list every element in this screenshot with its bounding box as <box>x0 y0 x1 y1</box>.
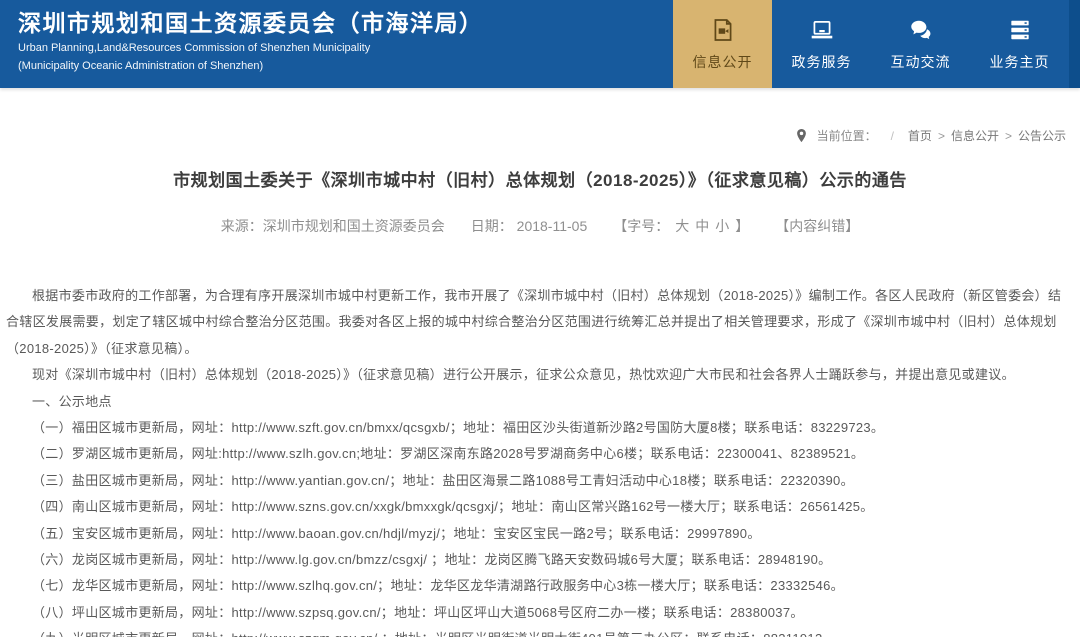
breadcrumb-slash: / <box>891 129 894 143</box>
paragraph-intro: 根据市委市政府的工作部署，为合理有序开展深圳市城中村更新工作，我市开展了《深圳市… <box>6 283 1074 362</box>
site-subtitle-en-2: (Municipality Oceanic Administration of … <box>18 59 484 74</box>
meta-source: 来源：深圳市规划和国土资源委员会 <box>221 216 445 236</box>
location-item-nanshan: （四）南山区城市更新局，网址：http://www.szns.gov.cn/xx… <box>6 494 1074 520</box>
location-item-pingshan: （八）坪山区城市更新局，网址：http://www.szpsq.gov.cn/；… <box>6 600 1074 626</box>
laptop-icon <box>807 17 837 43</box>
site-brand[interactable]: 深圳市规划和国土资源委员会（市海洋局） Urban Planning,Land&… <box>18 8 484 74</box>
site-title: 深圳市规划和国土资源委员会（市海洋局） <box>18 8 484 38</box>
doc-video-icon <box>708 17 738 43</box>
nav-tab-label: 互动交流 <box>891 52 951 72</box>
location-item-futian: （一）福田区城市更新局，网址：http://www.szft.gov.cn/bm… <box>6 415 1074 441</box>
site-subtitle-en-1: Urban Planning,Land&Resources Commission… <box>18 41 484 56</box>
nav-tab-label: 信息公开 <box>693 52 753 72</box>
nav-tab-interactive-exchange[interactable]: 互动交流 <box>871 0 970 88</box>
breadcrumb: 当前位置： / 首页 > 信息公开 > 公告公示 <box>796 127 1066 144</box>
nav-tab-information-disclosure[interactable]: 信息公开 <box>673 0 772 88</box>
server-stack-icon <box>1005 17 1035 43</box>
section-heading-locations: 一、公示地点 <box>6 389 1074 415</box>
paragraph-invitation: 现对《深圳市城中村（旧村）总体规划（2018-2025）》（征求意见稿）进行公开… <box>6 362 1074 388</box>
font-size-medium-button[interactable]: 中 <box>695 216 709 236</box>
content-correction-button[interactable]: 【内容纠错】 <box>775 216 859 236</box>
font-size-suffix: 】 <box>735 216 749 236</box>
font-size-control: 【字号： 大 中 小 】 <box>613 216 749 236</box>
location-item-luohu: （二）罗湖区城市更新局，网址:http://www.szlh.gov.cn;地址… <box>6 441 1074 467</box>
breadcrumb-home[interactable]: 首页 <box>908 127 932 144</box>
nav-tab-business-homepage[interactable]: 业务主页 <box>970 0 1069 88</box>
location-item-yantian: （三）盐田区城市更新局，网址：http://www.yantian.gov.cn… <box>6 468 1074 494</box>
location-item-guangming: （九）光明区城市更新局，网址：http://www.szgm.gov.cn/ ；… <box>6 626 1074 637</box>
font-size-prefix: 【字号： <box>613 216 669 236</box>
nav-tab-government-services[interactable]: 政务服务 <box>772 0 871 88</box>
header-edge-strip <box>1069 0 1080 88</box>
page-title: 市规划国土委关于《深圳市城中村（旧村）总体规划（2018-2025）》（征求意见… <box>0 166 1080 191</box>
font-size-small-button[interactable]: 小 <box>715 216 729 236</box>
font-size-large-button[interactable]: 大 <box>675 216 689 236</box>
breadcrumb-announcements[interactable]: 公告公示 <box>1018 127 1066 144</box>
article-body: 根据市委市政府的工作部署，为合理有序开展深圳市城中村更新工作，我市开展了《深圳市… <box>6 283 1074 637</box>
nav-tab-label: 业务主页 <box>990 52 1050 72</box>
site-header: 深圳市规划和国土资源委员会（市海洋局） Urban Planning,Land&… <box>0 0 1080 88</box>
main-nav: 信息公开 政务服务 互 <box>673 0 1069 88</box>
meta-date: 日期： 2018-11-05 <box>471 216 587 236</box>
location-item-baoan: （五）宝安区城市更新局，网址：http://www.baoan.gov.cn/h… <box>6 521 1074 547</box>
nav-tab-label: 政务服务 <box>792 52 852 72</box>
location-item-longgang: （六）龙岗区城市更新局，网址：http://www.lg.gov.cn/bmzz… <box>6 547 1074 573</box>
location-item-longhua: （七）龙华区城市更新局，网址：http://www.szlhq.gov.cn/；… <box>6 573 1074 599</box>
breadcrumb-prefix: 当前位置： <box>817 127 877 144</box>
location-pin-icon <box>796 129 807 143</box>
chat-bubbles-icon <box>906 17 936 43</box>
page: 深圳市规划和国土资源委员会（市海洋局） Urban Planning,Land&… <box>0 0 1080 637</box>
breadcrumb-separator: > <box>1005 129 1012 143</box>
breadcrumb-information-disclosure[interactable]: 信息公开 <box>951 127 999 144</box>
breadcrumb-separator: > <box>938 129 945 143</box>
article-meta: 来源：深圳市规划和国土资源委员会 日期： 2018-11-05 【字号： 大 中… <box>0 216 1080 236</box>
